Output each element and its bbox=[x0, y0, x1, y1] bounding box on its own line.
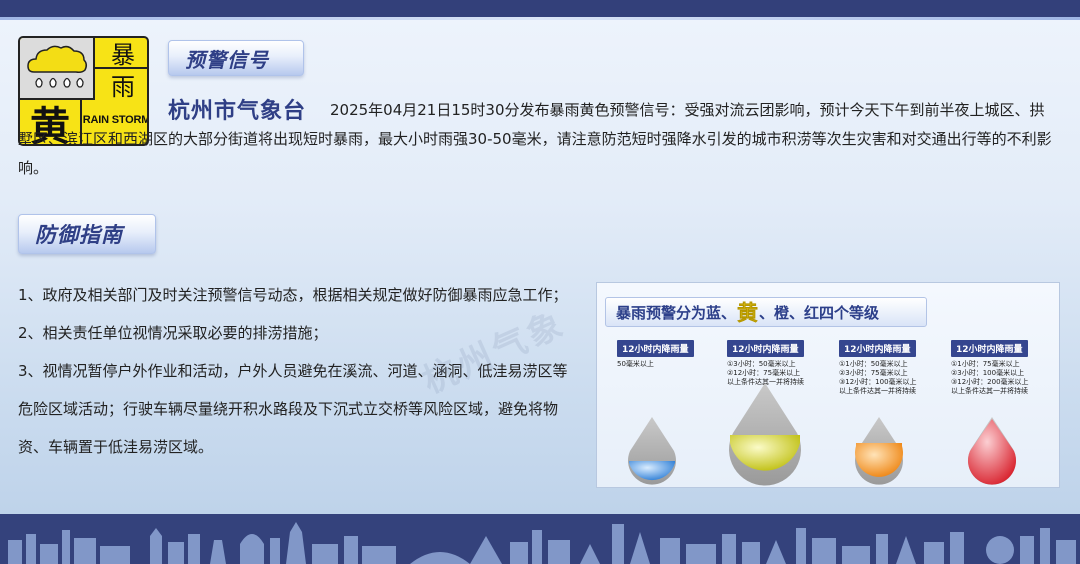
raindrop-illustrations bbox=[628, 383, 1016, 486]
warning-levels-panel: 暴雨预警分为蓝、 黄 、橙、红四个等级 12小时内降雨量 50毫米以上 12小时… bbox=[596, 282, 1060, 488]
icon-char-bao: 暴 bbox=[95, 38, 147, 69]
guide-item: 3、视情况暂停户外作业和活动，户外人员避免在溪流、河道、涵洞、低洼易涝区等危险区… bbox=[18, 362, 568, 456]
cloud-rain-icon bbox=[20, 38, 95, 100]
yellow-raindrop bbox=[729, 383, 801, 486]
guide-item: 1、政府及相关部门及时关注预警信号动态，根据相关规定做好防御暴雨应急工作； bbox=[18, 286, 568, 304]
top-bar bbox=[0, 0, 1080, 20]
blue-raindrop bbox=[628, 417, 676, 485]
guide-item: 2、相关责任单位视情况采取必要的排涝措施； bbox=[18, 324, 328, 342]
city-skyline-footer bbox=[0, 514, 1080, 564]
red-raindrop bbox=[968, 417, 1016, 485]
warning-section-title: 预警信号 bbox=[168, 40, 304, 76]
defense-section-title: 防御指南 bbox=[18, 214, 156, 254]
orange-raindrop bbox=[855, 417, 903, 485]
defense-guide: 1、政府及相关部门及时关注预警信号动态，根据相关规定做好防御暴雨应急工作； 2、… bbox=[18, 276, 578, 466]
warning-text: 2025年04月21日15时30分发布暴雨黄色预警信号：受强对流云团影响，预计今… bbox=[18, 101, 1052, 177]
